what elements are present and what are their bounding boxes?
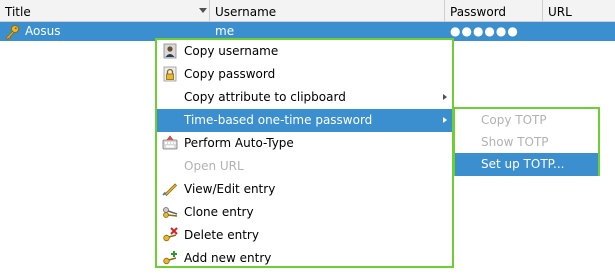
add-icon xyxy=(163,251,177,265)
menu-item-label: Copy attribute to clipboard xyxy=(184,90,346,104)
column-header-title-label: Title xyxy=(5,5,31,19)
submenu-item-copy-totp: Copy TOTP xyxy=(455,109,598,132)
lock-icon xyxy=(163,66,177,82)
menu-item-label: Add new entry xyxy=(184,251,272,265)
context-menu: Copy username Copy password Copy attribu… xyxy=(155,38,454,268)
clone-icon xyxy=(163,207,178,218)
menu-item-label: Time-based one-time password xyxy=(184,113,373,127)
column-header-url[interactable]: URL xyxy=(543,0,615,21)
menu-item-totp[interactable]: Time-based one-time password xyxy=(157,109,452,132)
submenu-item-setup-totp[interactable]: Set up TOTP... xyxy=(455,153,598,176)
menu-item-copy-attribute[interactable]: Copy attribute to clipboard xyxy=(157,86,452,109)
menu-item-label: Copy password xyxy=(184,67,276,81)
column-header-username[interactable]: Username xyxy=(210,0,445,21)
column-header-password-label: Password xyxy=(450,5,507,19)
menu-item-label: Copy username xyxy=(184,44,279,58)
sort-descending-icon xyxy=(199,8,207,13)
delete-icon xyxy=(163,227,178,242)
entry-password: ●●●●●● xyxy=(450,24,519,38)
chevron-right-icon xyxy=(443,94,447,100)
submenu-item-show-totp: Show TOTP xyxy=(455,131,598,154)
menu-item-view-edit[interactable]: View/Edit entry xyxy=(157,178,452,201)
table-header: Title Username Password URL xyxy=(0,0,615,22)
user-icon xyxy=(163,43,177,59)
column-header-username-label: Username xyxy=(215,5,277,19)
menu-item-label: Delete entry xyxy=(184,228,259,242)
entry-title: Aosus xyxy=(25,24,61,38)
column-header-password[interactable]: Password xyxy=(445,0,543,21)
menu-item-clone[interactable]: Clone entry xyxy=(157,201,452,224)
menu-item-auto-type[interactable]: Perform Auto-Type xyxy=(157,132,452,155)
menu-item-open-url: Open URL xyxy=(157,155,452,178)
edit-icon xyxy=(162,183,178,197)
column-header-title[interactable]: Title xyxy=(0,0,210,21)
submenu-item-label: Show TOTP xyxy=(481,135,549,149)
menu-item-copy-password[interactable]: Copy password xyxy=(157,63,452,86)
submenu-item-label: Set up TOTP... xyxy=(481,157,565,171)
totp-submenu: Copy TOTP Show TOTP Set up TOTP... xyxy=(453,107,600,176)
menu-item-label: Perform Auto-Type xyxy=(184,136,294,150)
key-icon xyxy=(5,24,20,40)
keyboard-icon xyxy=(162,135,178,150)
menu-item-label: View/Edit entry xyxy=(184,182,276,196)
menu-item-copy-username[interactable]: Copy username xyxy=(157,40,452,63)
menu-item-label: Open URL xyxy=(184,159,244,173)
menu-item-delete[interactable]: Delete entry xyxy=(157,224,452,247)
column-header-url-label: URL xyxy=(548,5,572,19)
submenu-item-label: Copy TOTP xyxy=(481,113,547,127)
menu-item-label: Clone entry xyxy=(184,205,254,219)
menu-item-add[interactable]: Add new entry xyxy=(157,247,452,270)
chevron-right-icon xyxy=(443,117,447,123)
